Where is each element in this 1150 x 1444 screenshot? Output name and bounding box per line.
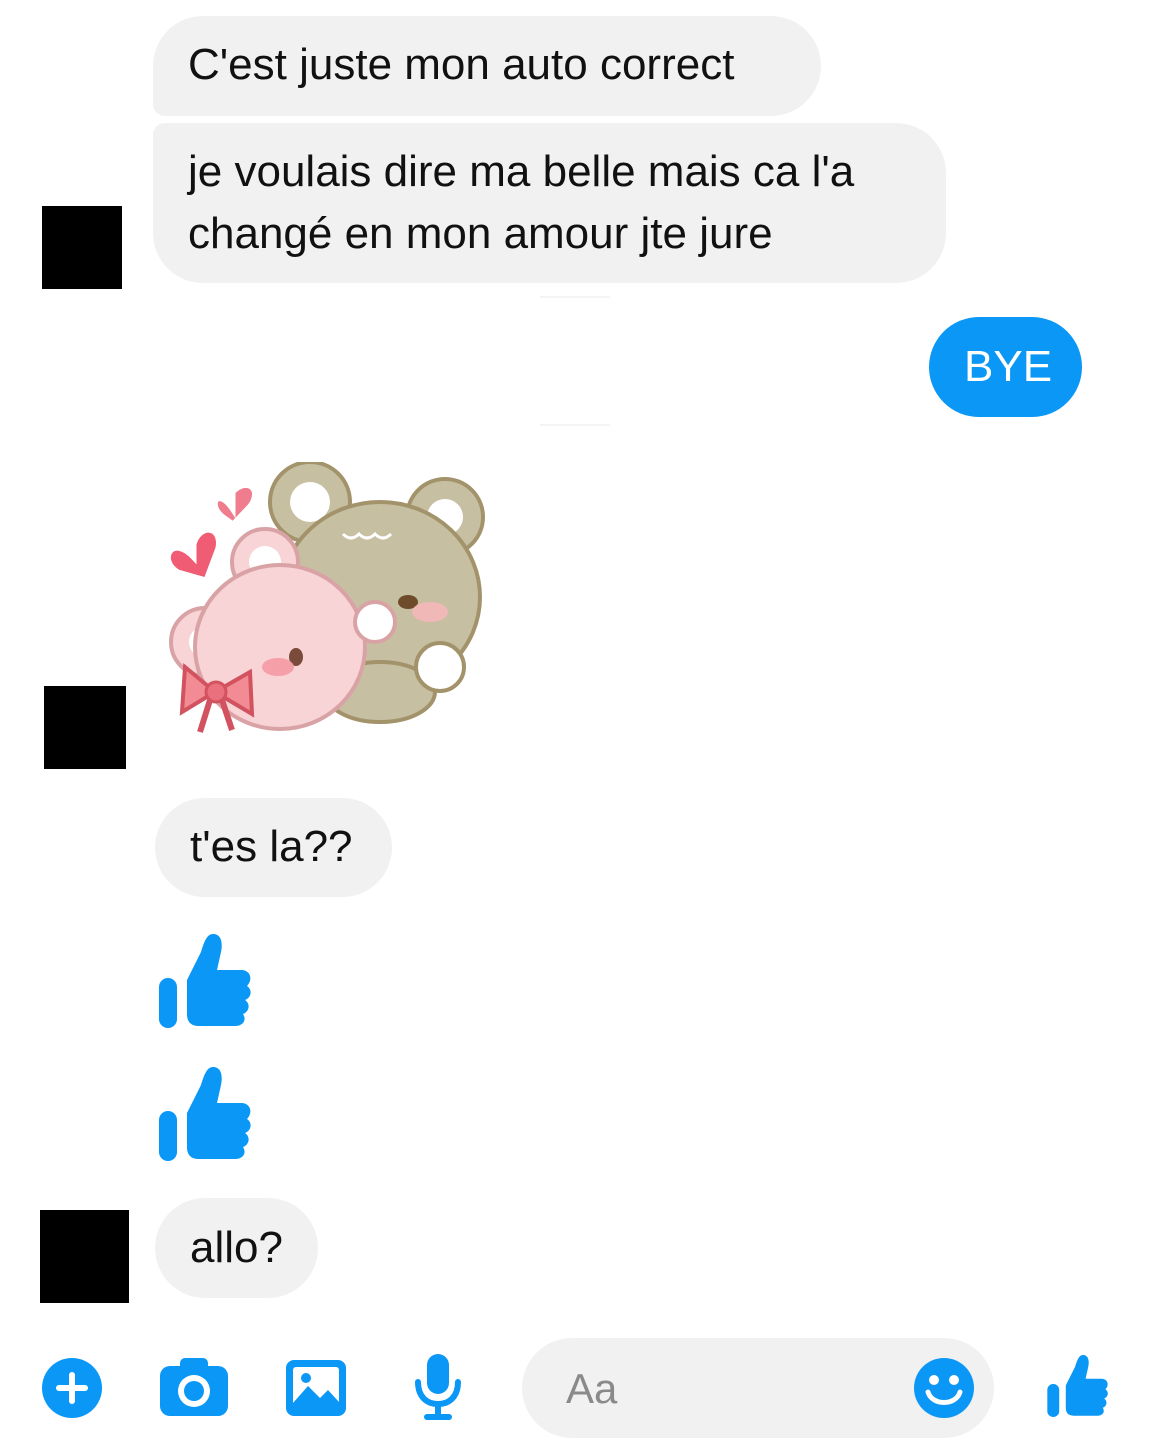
message-text: C'est juste mon auto correct bbox=[188, 40, 735, 89]
message-text-line: changé en mon amour jte jure bbox=[188, 209, 773, 258]
thumbs-up-icon[interactable] bbox=[157, 1063, 257, 1165]
message-bubble-received[interactable]: allo? bbox=[155, 1198, 318, 1298]
thumbs-up-icon[interactable] bbox=[1046, 1352, 1112, 1420]
divider bbox=[540, 424, 610, 426]
image-icon[interactable] bbox=[284, 1358, 348, 1418]
message-input-placeholder: Aa bbox=[566, 1365, 618, 1412]
microphone-icon[interactable] bbox=[412, 1352, 464, 1422]
camera-icon[interactable] bbox=[158, 1356, 230, 1418]
message-text: BYE bbox=[964, 342, 1053, 391]
message-input[interactable]: Aa bbox=[522, 1338, 994, 1438]
message-bubble-received[interactable]: je voulais dire ma belle mais ca l'a cha… bbox=[153, 123, 946, 283]
message-text-line: je voulais dire ma belle mais ca l'a bbox=[188, 147, 855, 196]
message-bubble-sent[interactable]: BYE bbox=[929, 317, 1082, 417]
message-bubble-received[interactable]: t'es la?? bbox=[155, 798, 392, 897]
contact-avatar[interactable] bbox=[44, 686, 126, 769]
message-bubble-received[interactable]: C'est juste mon auto correct bbox=[153, 16, 821, 116]
contact-avatar[interactable] bbox=[42, 206, 122, 289]
plus-icon[interactable] bbox=[40, 1356, 104, 1420]
message-text: t'es la?? bbox=[190, 822, 353, 871]
bears-hug-sticker[interactable] bbox=[160, 462, 490, 742]
contact-avatar[interactable] bbox=[40, 1210, 129, 1303]
thumbs-up-icon[interactable] bbox=[157, 930, 257, 1032]
divider bbox=[540, 296, 610, 298]
emoji-icon[interactable] bbox=[912, 1356, 976, 1420]
message-text: allo? bbox=[190, 1223, 283, 1272]
